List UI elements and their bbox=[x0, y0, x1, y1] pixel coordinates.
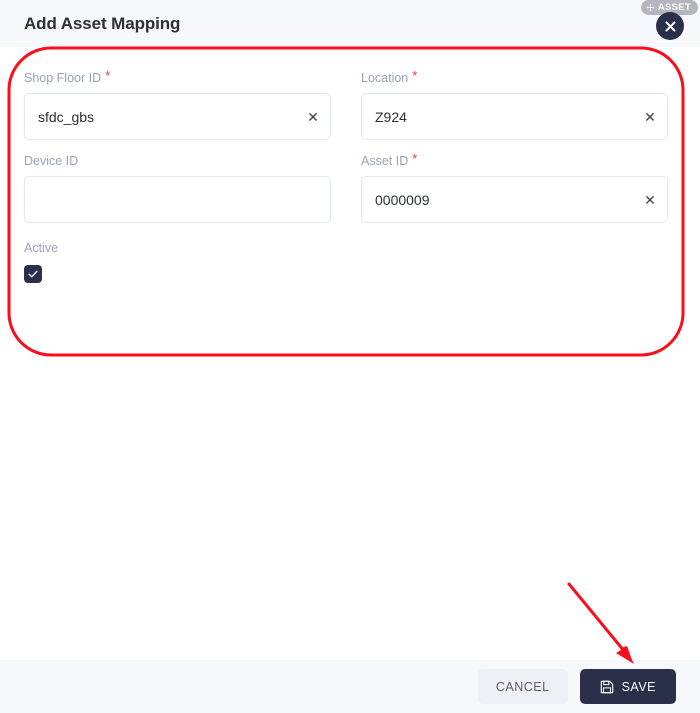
input-wrapper-device-id bbox=[24, 176, 331, 223]
device-id-input[interactable] bbox=[25, 177, 330, 222]
shop-floor-id-input[interactable] bbox=[25, 94, 330, 139]
label-text: Location bbox=[361, 71, 409, 85]
label-text: Device ID bbox=[24, 154, 79, 168]
field-label-shop-floor-id: Shop Floor ID * bbox=[24, 68, 331, 85]
input-wrapper-shop-floor-id: ✕ bbox=[24, 93, 331, 140]
dialog-body: Shop Floor ID * ✕ Location * ✕ bbox=[0, 47, 700, 660]
dialog-header: Add Asset Mapping ASSET bbox=[0, 0, 700, 47]
move-arrows-icon bbox=[646, 3, 655, 12]
add-asset-mapping-dialog: Add Asset Mapping ASSET Shop Floor ID * … bbox=[0, 0, 700, 713]
field-label-active: Active bbox=[24, 241, 59, 255]
asset-id-input[interactable] bbox=[362, 177, 667, 222]
check-icon bbox=[27, 268, 39, 280]
save-button-label: SAVE bbox=[621, 679, 656, 694]
field-device-id: Device ID bbox=[24, 154, 331, 223]
field-label-device-id: Device ID bbox=[24, 154, 331, 168]
page-title: Add Asset Mapping bbox=[24, 13, 181, 33]
clear-icon-shop-floor-id[interactable]: ✕ bbox=[305, 109, 321, 125]
field-location: Location * ✕ bbox=[361, 68, 668, 140]
clear-icon-asset-id[interactable]: ✕ bbox=[642, 192, 658, 208]
save-button[interactable]: SAVE bbox=[579, 669, 676, 704]
drag-handle-label: ASSET bbox=[657, 2, 691, 13]
save-floppy-icon bbox=[600, 680, 614, 694]
asset-mapping-form: Shop Floor ID * ✕ Location * ✕ bbox=[24, 68, 668, 223]
input-wrapper-asset-id: ✕ bbox=[361, 176, 668, 223]
field-label-location: Location * bbox=[361, 68, 668, 85]
input-wrapper-location: ✕ bbox=[361, 93, 668, 140]
field-asset-id: Asset ID * ✕ bbox=[361, 151, 668, 223]
active-checkbox[interactable] bbox=[24, 265, 42, 283]
location-input[interactable] bbox=[362, 94, 667, 139]
dialog-footer: CANCEL SAVE bbox=[0, 660, 700, 713]
required-marker: * bbox=[105, 68, 111, 83]
field-active: Active bbox=[24, 241, 676, 283]
cancel-button[interactable]: CANCEL bbox=[477, 669, 568, 704]
close-button[interactable] bbox=[656, 12, 684, 40]
required-marker: * bbox=[412, 68, 418, 83]
field-label-asset-id: Asset ID * bbox=[361, 151, 668, 168]
required-marker: * bbox=[412, 151, 418, 166]
label-text: Shop Floor ID bbox=[24, 71, 102, 85]
clear-icon-location[interactable]: ✕ bbox=[642, 109, 658, 125]
field-shop-floor-id: Shop Floor ID * ✕ bbox=[24, 68, 331, 140]
label-text: Asset ID bbox=[361, 154, 409, 168]
close-icon bbox=[664, 20, 676, 32]
